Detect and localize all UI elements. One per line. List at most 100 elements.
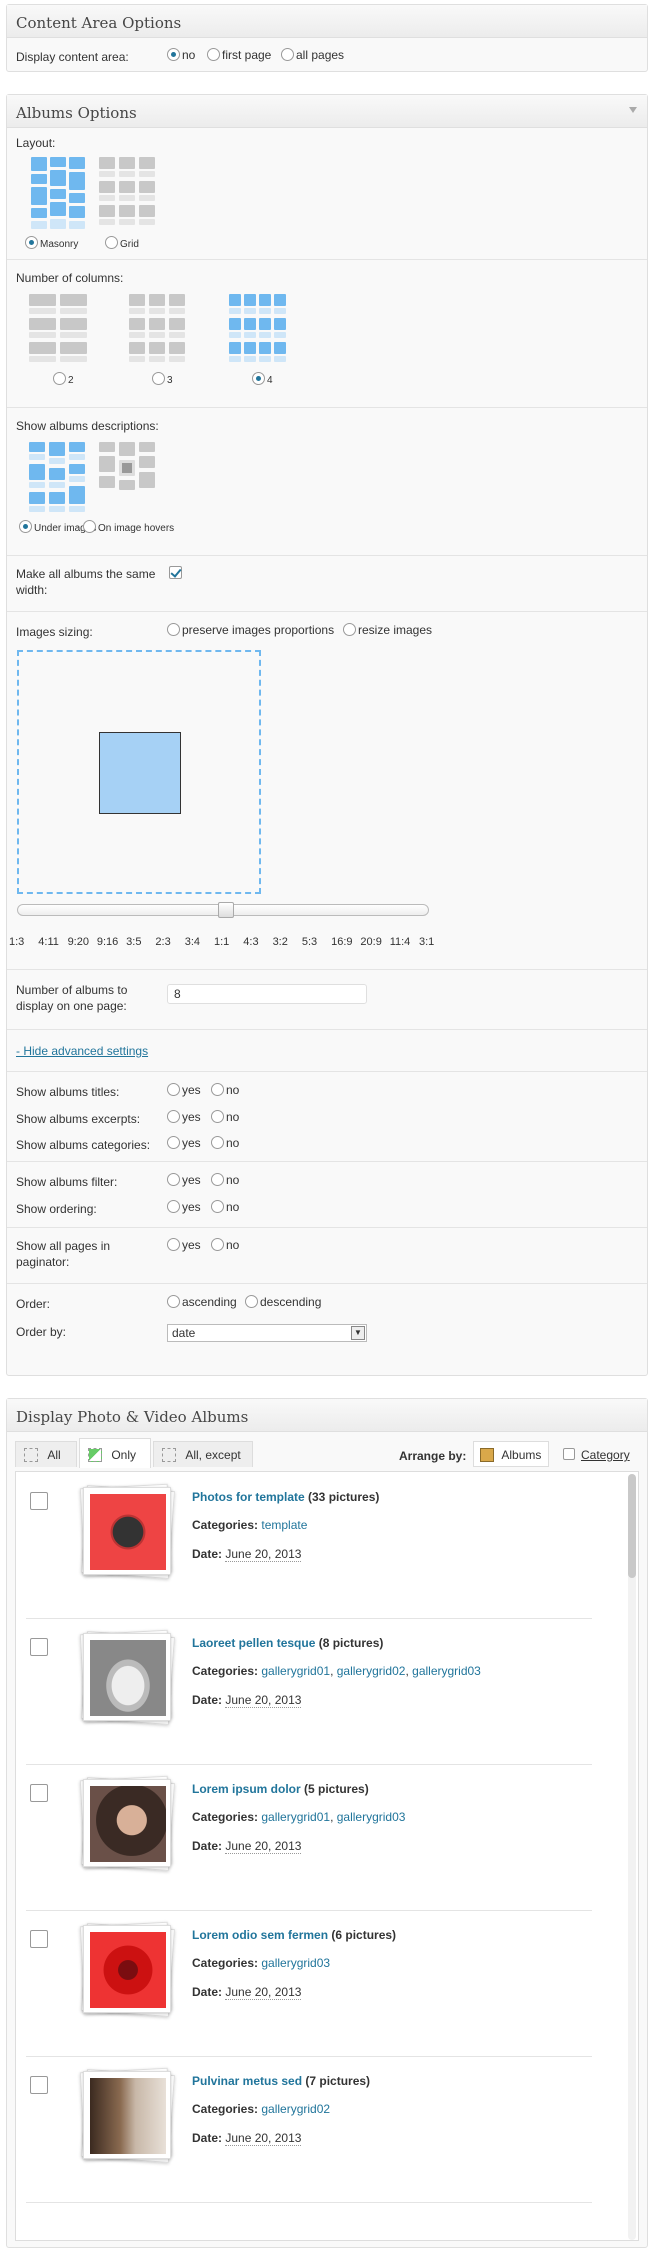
album-thumbnail[interactable]	[79, 1921, 175, 2017]
album-title[interactable]: Pulvinar metus sed (7 pictures)	[192, 2074, 370, 2088]
grid-layout-icon[interactable]	[99, 157, 159, 229]
scrollbar[interactable]	[628, 1474, 636, 2240]
radio-no[interactable]	[167, 48, 180, 61]
radio-pages-yes[interactable]	[167, 1238, 180, 1251]
columns-option-2[interactable]: 2	[53, 372, 74, 386]
same-width-checkbox[interactable]	[169, 566, 182, 579]
radio-ordering-no[interactable]	[211, 1200, 224, 1213]
order-descending[interactable]: descending	[245, 1295, 321, 1309]
under-images-icon[interactable]	[29, 442, 89, 514]
album-checkbox[interactable]	[30, 1784, 48, 1802]
on-hover-icon[interactable]	[99, 442, 159, 514]
album-title[interactable]: Lorem odio sem fermen (6 pictures)	[192, 1928, 396, 1942]
radio-filter-yes[interactable]	[167, 1173, 180, 1186]
radio-ascending[interactable]	[167, 1295, 180, 1308]
radio-masonry[interactable]	[25, 236, 38, 249]
titles-yes[interactable]: yes	[167, 1083, 201, 1097]
album-thumbnail[interactable]	[79, 1483, 175, 1579]
radio-first-page[interactable]	[207, 48, 220, 61]
excerpts-no[interactable]: no	[211, 1110, 239, 1124]
radio-resize[interactable]	[343, 623, 356, 636]
masonry-layout-icon[interactable]	[29, 157, 89, 229]
album-thumbnail[interactable]	[79, 2067, 175, 2163]
category-link[interactable]: gallerygrid03	[337, 1810, 406, 1824]
ratio-tick: 3:4	[184, 936, 200, 948]
tab-all[interactable]: All	[15, 1441, 77, 1467]
category-link[interactable]: gallerygrid01	[261, 1810, 330, 1824]
columns-option-4[interactable]: 4	[252, 372, 273, 386]
layout-option-masonry[interactable]: Masonry	[25, 236, 78, 250]
scrollbar-thumb[interactable]	[628, 1474, 636, 1578]
album-title[interactable]: Laoreet pellen tesque (8 pictures)	[192, 1636, 383, 1650]
hide-advanced-link[interactable]: - Hide advanced settings	[16, 1043, 148, 1059]
radio-titles-no[interactable]	[211, 1083, 224, 1096]
order-ascending[interactable]: ascending	[167, 1295, 237, 1309]
tab-only[interactable]: Only	[79, 1438, 151, 1468]
columns-option-3[interactable]: 3	[152, 372, 173, 386]
radio-excerpts-no[interactable]	[211, 1110, 224, 1123]
album-thumbnail[interactable]	[79, 1775, 175, 1871]
category-link[interactable]: gallerygrid03	[261, 1956, 330, 1970]
arrange-albums-button[interactable]: Albums	[473, 1441, 549, 1467]
order-by-select[interactable]: date ▼	[167, 1324, 367, 1342]
descriptions-option-hover[interactable]: On image hovers	[83, 520, 174, 534]
radio-columns-4[interactable]	[252, 372, 265, 385]
content-area-option-no[interactable]: no	[167, 48, 195, 62]
albums-options-title[interactable]: Albums Options	[7, 95, 647, 128]
filter-no[interactable]: no	[211, 1173, 239, 1187]
album-checkbox[interactable]	[30, 2076, 48, 2094]
pages-yes[interactable]: yes	[167, 1238, 201, 1252]
category-checkbox[interactable]	[563, 1448, 575, 1460]
radio-grid[interactable]	[105, 236, 118, 249]
album-checkbox[interactable]	[30, 1638, 48, 1656]
radio-descending[interactable]	[245, 1295, 258, 1308]
ordering-no[interactable]: no	[211, 1200, 239, 1214]
radio-titles-yes[interactable]	[167, 1083, 180, 1096]
category-link[interactable]: gallerygrid02	[261, 2102, 330, 2116]
radio-excerpts-yes[interactable]	[167, 1110, 180, 1123]
radio-columns-2[interactable]	[53, 372, 66, 385]
radio-ordering-yes[interactable]	[167, 1200, 180, 1213]
category-link[interactable]: gallerygrid03	[412, 1664, 481, 1678]
category-link[interactable]: gallerygrid02	[337, 1664, 406, 1678]
radio-categories-no[interactable]	[211, 1136, 224, 1149]
ordering-yes[interactable]: yes	[167, 1200, 201, 1214]
content-area-option-first-page[interactable]: first page	[207, 48, 271, 62]
ratio-slider-handle[interactable]	[218, 902, 234, 918]
radio-filter-no[interactable]	[211, 1173, 224, 1186]
sizing-option-preserve[interactable]: preserve images proportions	[167, 623, 334, 637]
per-page-input[interactable]: 8	[167, 984, 367, 1004]
excerpts-yes[interactable]: yes	[167, 1110, 201, 1124]
pages-no[interactable]: no	[211, 1238, 239, 1252]
album-count: (5 pictures)	[304, 1782, 369, 1796]
layout-option-grid[interactable]: Grid	[105, 236, 139, 250]
radio-under-images[interactable]	[19, 520, 32, 533]
sizing-option-resize[interactable]: resize images	[343, 623, 432, 637]
album-checkbox[interactable]	[30, 1492, 48, 1510]
album-title[interactable]: Lorem ipsum dolor (5 pictures)	[192, 1782, 369, 1796]
tab-all-except[interactable]: All, except	[153, 1441, 253, 1467]
content-area-option-all-pages[interactable]: all pages	[281, 48, 344, 62]
ratio-slider-track[interactable]	[17, 902, 429, 918]
radio-categories-yes[interactable]	[167, 1136, 180, 1149]
dropdown-arrow-icon[interactable]: ▼	[351, 1326, 365, 1340]
categories-yes[interactable]: yes	[167, 1136, 201, 1150]
album-checkbox[interactable]	[30, 1930, 48, 1948]
category-link[interactable]: template	[261, 1518, 307, 1532]
four-columns-icon[interactable]	[229, 294, 289, 366]
radio-all-pages[interactable]	[281, 48, 294, 61]
arrange-category-link[interactable]: Category	[581, 1448, 630, 1462]
three-columns-icon[interactable]	[129, 294, 189, 366]
filter-yes[interactable]: yes	[167, 1173, 201, 1187]
radio-columns-3[interactable]	[152, 372, 165, 385]
album-title[interactable]: Photos for template (33 pictures)	[192, 1490, 379, 1504]
titles-no[interactable]: no	[211, 1083, 239, 1097]
category-link[interactable]: gallerygrid01	[261, 1664, 330, 1678]
two-columns-icon[interactable]	[29, 294, 89, 366]
radio-pages-no[interactable]	[211, 1238, 224, 1251]
album-thumbnail[interactable]	[79, 1629, 175, 1725]
radio-preserve[interactable]	[167, 623, 180, 636]
radio-on-hovers[interactable]	[83, 520, 96, 533]
collapse-arrow-icon[interactable]	[629, 107, 637, 113]
categories-no[interactable]: no	[211, 1136, 239, 1150]
